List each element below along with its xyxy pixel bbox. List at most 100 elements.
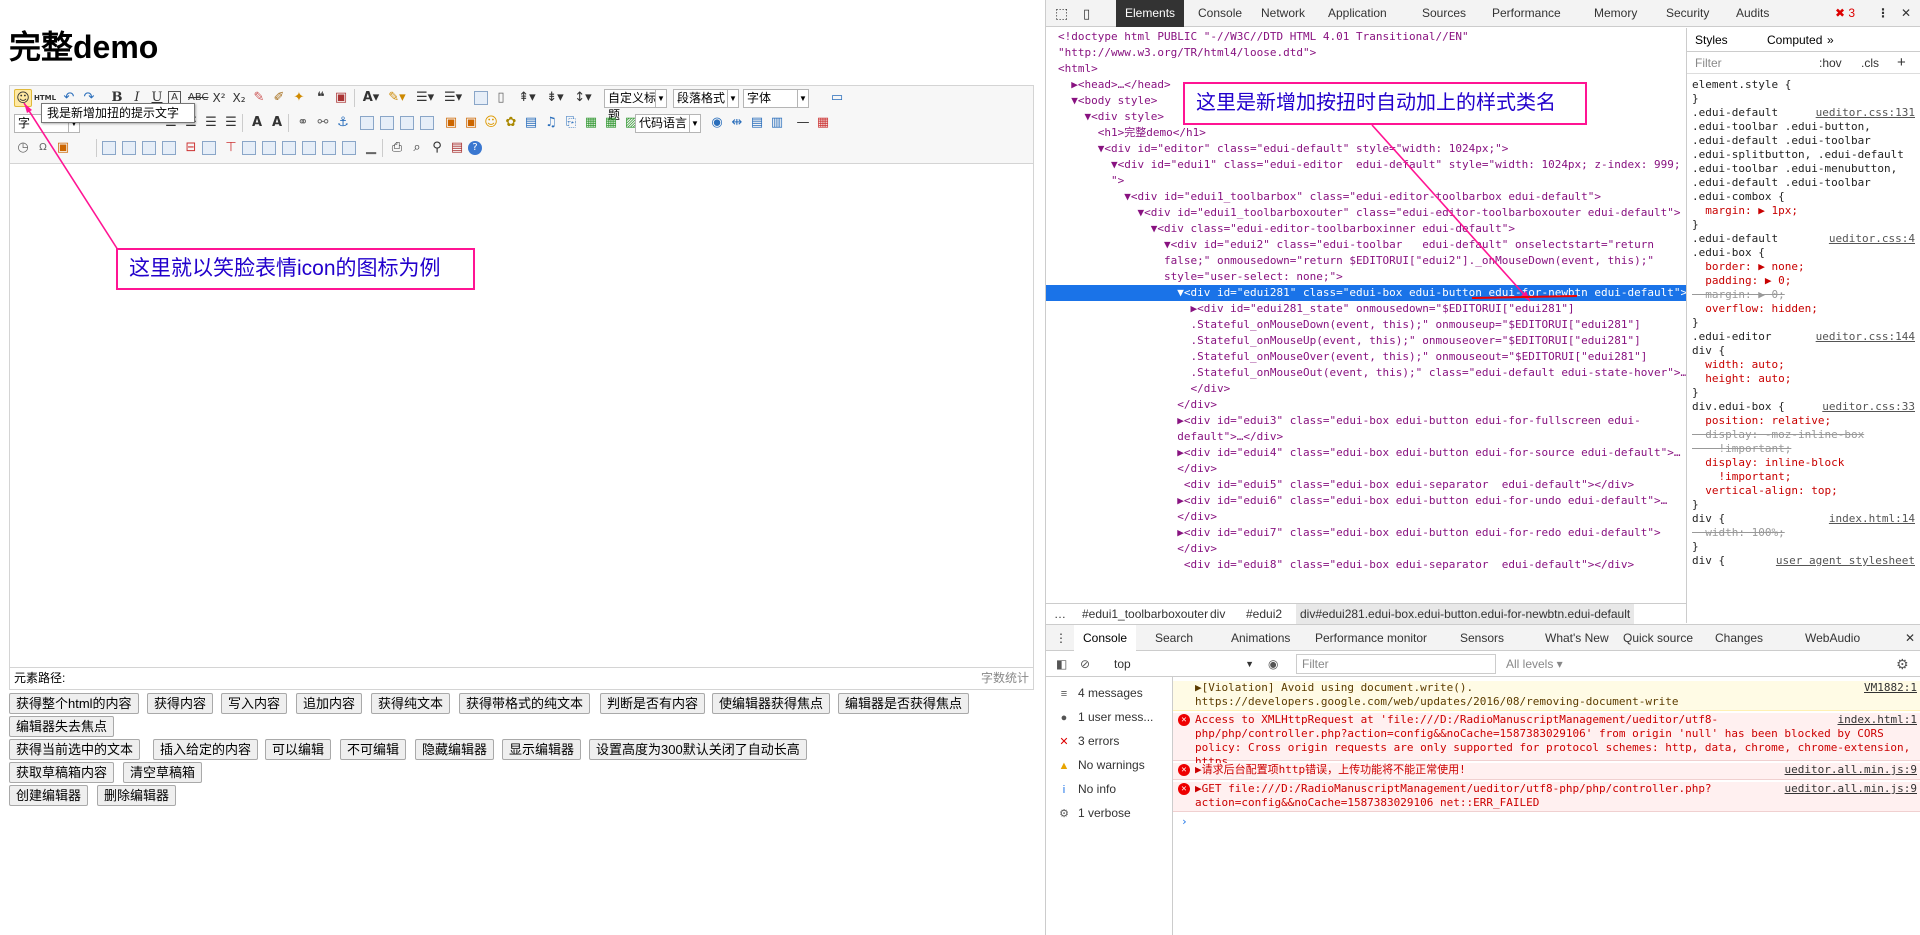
insert-image-icon[interactable]: ▣ <box>462 114 480 132</box>
delete-editor-button[interactable]: 删除编辑器 <box>97 785 177 806</box>
image-left-icon[interactable] <box>380 116 394 130</box>
context-select[interactable]: top ▼ <box>1114 651 1254 677</box>
tab-network[interactable]: Network <box>1252 0 1314 27</box>
date-icon[interactable]: ▦ <box>814 114 832 132</box>
breadcrumb-item[interactable]: div <box>1210 604 1225 624</box>
chevron-right-icon[interactable]: » <box>1827 28 1834 52</box>
dom-node-line[interactable]: <h1>完整demo</h1> <box>1046 125 1686 141</box>
ordered-list-icon[interactable]: ☰▾ <box>416 89 434 107</box>
tab-sources[interactable]: Sources <box>1413 0 1475 27</box>
dom-node-line[interactable]: style="user-select: none;"> <box>1046 269 1686 285</box>
dom-node-line[interactable]: .Stateful_onMouseOut(event, this);" clas… <box>1046 365 1686 381</box>
drawer-tab-sensors[interactable]: Sensors <box>1451 625 1513 652</box>
set-content-button[interactable]: 写入内容 <box>221 693 288 714</box>
styles-filter-input[interactable]: Filter <box>1695 52 1722 74</box>
style-source-link[interactable]: ueditor.css:33 <box>1822 400 1915 414</box>
show-editor-button[interactable]: 显示编辑器 <box>502 739 582 760</box>
console-settings-icon[interactable]: ⚙ <box>1896 651 1909 677</box>
row-spacing-bottom-icon[interactable]: ⇟▾ <box>546 89 564 107</box>
eraser-icon[interactable]: ✎ <box>250 89 268 107</box>
webapp-icon[interactable]: ◉ <box>708 114 726 132</box>
justify-right-icon[interactable]: ☰ <box>202 114 220 132</box>
paragraph-select[interactable]: 段落格式 ▼ <box>673 89 739 108</box>
dom-node-line[interactable]: default">…</div> <box>1046 429 1686 445</box>
image-center-icon[interactable] <box>420 116 434 130</box>
get-formatted-text-button[interactable]: 获得带格式的纯文本 <box>459 693 591 714</box>
line-height-icon[interactable]: ↕▾ <box>574 89 592 107</box>
console-message[interactable]: ✕ ueditor.all.min.js:9 ▶请求后台配置项http错误，上传功能… <box>1173 763 1920 780</box>
breadcrumb-item[interactable]: #edui1_toolbarboxouter <box>1082 604 1208 624</box>
tab-memory[interactable]: Memory <box>1585 0 1646 27</box>
clear-draft-button[interactable]: 清空草稿箱 <box>123 762 203 783</box>
insert-paragraph-before-table-icon[interactable] <box>142 141 156 155</box>
dom-node-line[interactable]: ▼<div id="edui1" class="edui-editor edui… <box>1046 157 1686 173</box>
inspect-icon[interactable]: ⬚ <box>1046 0 1074 27</box>
style-source-link[interactable]: ueditor.css:131 <box>1816 106 1915 120</box>
add-rule-icon[interactable]: + <box>1897 52 1906 74</box>
get-selection-text-button[interactable]: 获得当前选中的文本 <box>9 739 141 760</box>
anchor-icon[interactable]: ⚓ <box>334 114 352 132</box>
time-icon[interactable]: ◷ <box>14 139 32 157</box>
smiley-icon[interactable]: ☺ <box>14 89 32 107</box>
superscript-icon[interactable]: X² <box>210 89 228 107</box>
log-levels-select[interactable]: All levels ▾ <box>1506 651 1563 677</box>
cls-toggle[interactable]: .cls <box>1861 52 1879 74</box>
clear-console-icon[interactable]: ⊘ <box>1080 651 1090 677</box>
music-icon[interactable]: ♫ <box>542 114 560 132</box>
row-spacing-top-icon[interactable]: ⇞▾ <box>518 89 536 107</box>
error-count-badge[interactable]: ✖ 3 <box>1826 0 1864 27</box>
drafts-icon[interactable]: ▤ <box>448 139 466 157</box>
background-color-icon[interactable]: ✎▾ <box>388 89 406 107</box>
insert-row-icon[interactable] <box>162 141 176 155</box>
dom-node-line[interactable]: "> <box>1046 173 1686 189</box>
justify-full-icon[interactable]: ☰ <box>222 114 240 132</box>
message-source-link[interactable]: VM1882:1 <box>1864 681 1917 695</box>
link-icon[interactable]: ⚭ <box>294 114 312 132</box>
tab-performance[interactable]: Performance <box>1483 0 1570 27</box>
append-content-button[interactable]: 追加内容 <box>296 693 363 714</box>
dom-node-line[interactable]: </div> <box>1046 509 1686 525</box>
charts-icon[interactable]: ▁ <box>362 139 380 157</box>
fullscreen-icon[interactable]: ▭ <box>828 89 846 107</box>
dom-node-line[interactable]: .Stateful_onMouseDown(event, this);" onm… <box>1046 317 1686 333</box>
delete-col-icon[interactable]: ⊤ <box>222 139 240 157</box>
drawer-tab-console[interactable]: Console <box>1074 625 1137 652</box>
tab-security[interactable]: Security <box>1657 0 1718 27</box>
breadcrumb-item[interactable]: #edui2 <box>1246 604 1282 624</box>
dom-node-line[interactable]: <!doctype html PUBLIC "-//W3C//DTD HTML … <box>1046 29 1686 45</box>
disable-button[interactable]: 不可编辑 <box>340 739 407 760</box>
eye-icon[interactable]: ◉ <box>1268 651 1278 677</box>
get-draft-button[interactable]: 获取草稿箱内容 <box>9 762 115 783</box>
has-content-button[interactable]: 判断是否有内容 <box>600 693 706 714</box>
insert-video-icon[interactable]: ▤ <box>522 114 540 132</box>
console-message[interactable]: ✕ index.html:1 Access to XMLHttpRequest at… <box>1173 713 1920 768</box>
image-none-icon[interactable] <box>360 116 374 130</box>
text-direction-ltr-icon[interactable]: A <box>248 114 266 132</box>
font-family-select[interactable]: 字体 ▼ <box>743 89 809 108</box>
console-filter-item[interactable]: ✕ 3 errors <box>1056 729 1171 753</box>
emotion-icon[interactable]: ☺ <box>482 114 500 132</box>
drawer-tab-search[interactable]: Search <box>1146 625 1202 652</box>
get-content-button[interactable]: 获得内容 <box>147 693 214 714</box>
help-icon[interactable]: ? <box>468 141 482 155</box>
get-all-html-button[interactable]: 获得整个html的内容 <box>9 693 139 714</box>
drawer-tab-what-s-new[interactable]: What's New <box>1536 625 1618 652</box>
hov-toggle[interactable]: :hov <box>1819 52 1842 74</box>
blockquote-icon[interactable]: ❝ <box>312 89 330 107</box>
dom-node-line[interactable]: ▼<div id="editor" class="edui-default" s… <box>1046 141 1686 157</box>
code-language-select[interactable]: 代码语言 ▼ <box>635 114 701 133</box>
gmap-icon[interactable]: ▦ <box>602 114 620 132</box>
preview-icon[interactable]: ⌕ <box>408 139 426 157</box>
dom-node-line[interactable]: </div> <box>1046 461 1686 477</box>
tab-console[interactable]: Console <box>1189 0 1251 27</box>
delete-row-icon[interactable]: ⊟ <box>182 139 200 157</box>
tab-audits[interactable]: Audits <box>1727 0 1778 27</box>
dom-node-line[interactable]: </div> <box>1046 541 1686 557</box>
console-filter-input[interactable]: Filter <box>1296 654 1496 674</box>
enable-button[interactable]: 可以编辑 <box>265 739 332 760</box>
dom-node-line[interactable]: "http://www.w3.org/TR/html4/loose.dtd"> <box>1046 45 1686 61</box>
font-color-icon[interactable]: A▾ <box>362 89 380 107</box>
dom-node-line[interactable]: </div> <box>1046 397 1686 413</box>
scrawl-icon[interactable]: ✿ <box>502 114 520 132</box>
console-filter-item[interactable]: ▲ No warnings <box>1056 753 1171 777</box>
